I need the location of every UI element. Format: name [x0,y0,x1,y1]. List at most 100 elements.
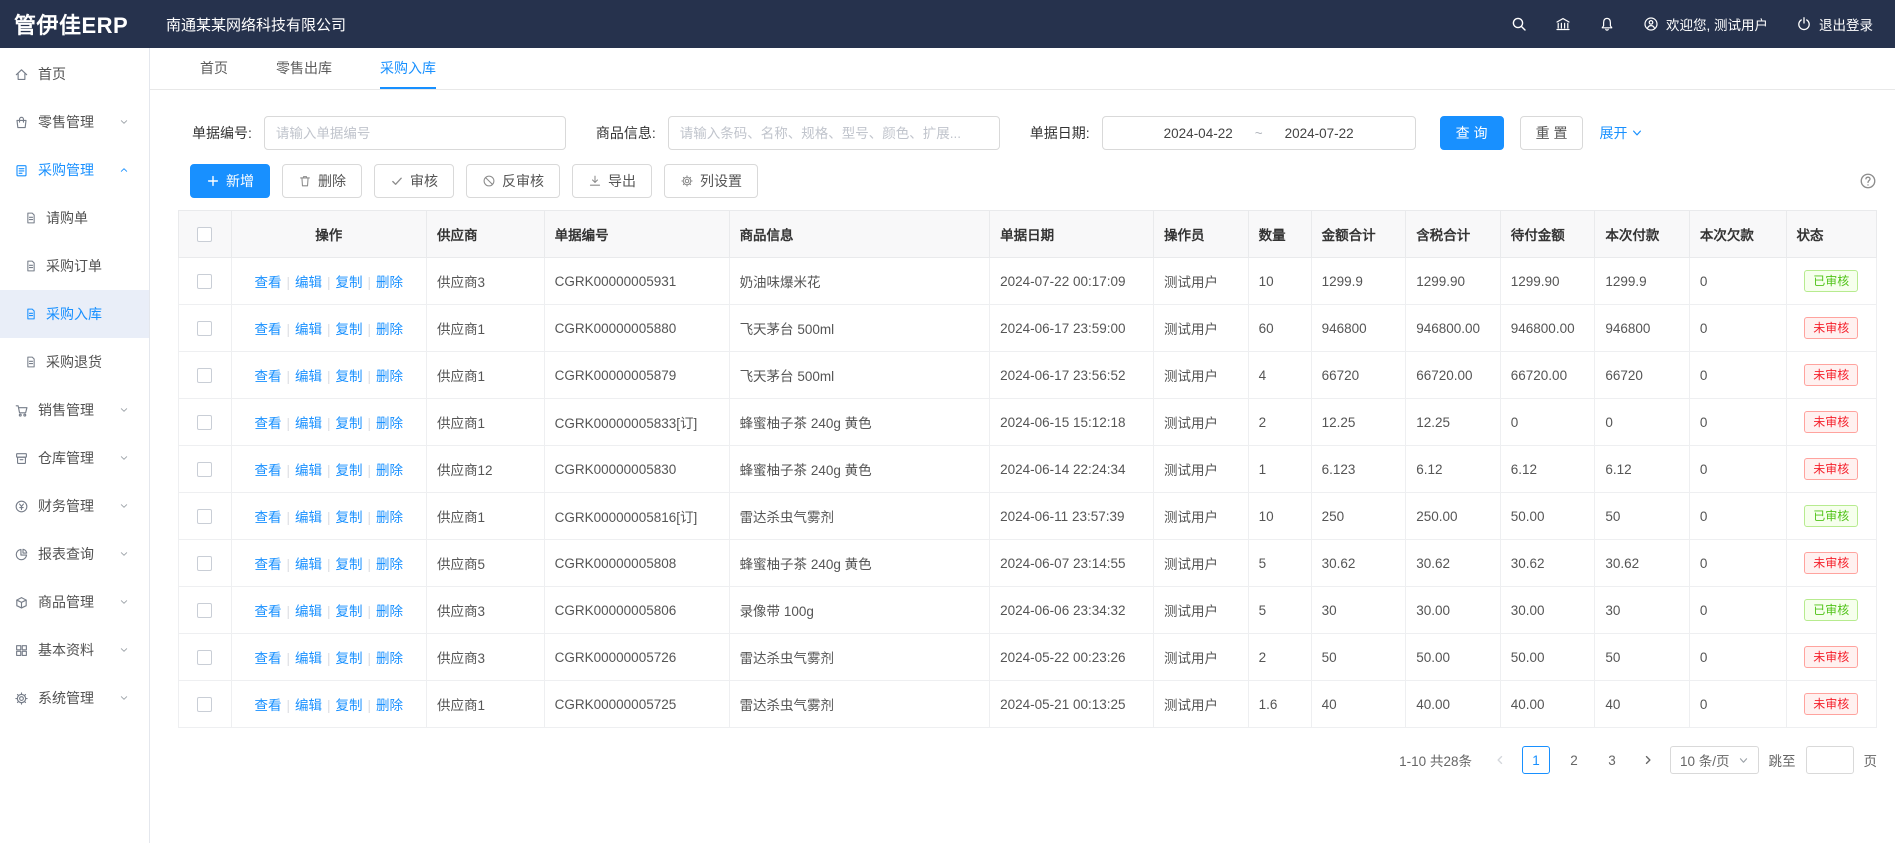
row-action-copy[interactable]: 复制 [336,275,363,290]
row-action-edit[interactable]: 编辑 [295,604,322,619]
add-button[interactable]: 新增 [190,164,270,198]
expand-filters-link[interactable]: 展开 [1599,123,1643,143]
row-action-delete[interactable]: 删除 [376,322,403,337]
column-settings-button[interactable]: 列设置 [664,164,758,198]
row-action-delete[interactable]: 删除 [376,416,403,431]
row-action-copy[interactable]: 复制 [336,416,363,431]
row-action-edit[interactable]: 编辑 [295,275,322,290]
row-checkbox[interactable] [197,603,212,618]
row-action-copy[interactable]: 复制 [336,698,363,713]
row-action-copy[interactable]: 复制 [336,510,363,525]
row-action-view[interactable]: 查看 [254,463,281,478]
search-icon[interactable] [1511,16,1527,32]
sidebar-item-warehouse[interactable]: 仓库管理 [0,434,149,482]
row-action-view[interactable]: 查看 [254,416,281,431]
column-header-2: 单据编号 [544,211,729,258]
unaudit-button[interactable]: 反审核 [466,164,560,198]
cell-operator: 测试用户 [1154,540,1249,587]
row-action-copy[interactable]: 复制 [336,604,363,619]
sidebar-item-report[interactable]: 报表查询 [0,530,149,578]
row-action-edit[interactable]: 编辑 [295,698,322,713]
row-action-edit[interactable]: 编辑 [295,510,322,525]
jump-page-input[interactable] [1806,746,1854,774]
logout-button[interactable]: 退出登录 [1796,14,1873,34]
bill-no-input[interactable] [264,116,566,150]
date-from-value[interactable]: 2024-04-22 [1164,126,1233,141]
row-action-edit[interactable]: 编辑 [295,416,322,431]
row-checkbox[interactable] [197,556,212,571]
row-checkbox[interactable] [197,415,212,430]
row-checkbox[interactable] [197,368,212,383]
row-action-copy[interactable]: 复制 [336,322,363,337]
row-action-delete[interactable]: 删除 [376,557,403,572]
row-action-delete[interactable]: 删除 [376,275,403,290]
bell-icon[interactable] [1599,16,1615,32]
tab-purchase-inbound[interactable]: 采购入库 [380,48,436,89]
row-action-edit[interactable]: 编辑 [295,322,322,337]
sidebar-item-sales[interactable]: 销售管理 [0,386,149,434]
sidebar-item-goods[interactable]: 商品管理 [0,578,149,626]
row-action-view[interactable]: 查看 [254,510,281,525]
row-checkbox[interactable] [197,321,212,336]
row-checkbox[interactable] [197,509,212,524]
page-size-select[interactable]: 10 条/页 [1670,746,1759,774]
page-button-3[interactable]: 3 [1598,746,1626,774]
row-checkbox[interactable] [197,274,212,289]
sidebar-item-purchase[interactable]: 采购管理 [0,146,149,194]
reset-button[interactable]: 重 置 [1520,116,1584,150]
help-icon[interactable] [1859,172,1877,190]
row-action-view[interactable]: 查看 [254,651,281,666]
bank-icon[interactable] [1555,16,1571,32]
tab-home[interactable]: 首页 [200,48,228,89]
prev-page-button[interactable] [1488,746,1512,774]
sidebar-item-purchase-inbound[interactable]: 采购入库 [0,290,149,338]
row-action-delete[interactable]: 删除 [376,510,403,525]
row-action-edit[interactable]: 编辑 [295,463,322,478]
tab-retail-outbound[interactable]: 零售出库 [276,48,332,89]
row-action-edit[interactable]: 编辑 [295,651,322,666]
row-action-view[interactable]: 查看 [254,275,281,290]
row-action-delete[interactable]: 删除 [376,463,403,478]
row-action-copy[interactable]: 复制 [336,463,363,478]
export-button[interactable]: 导出 [572,164,652,198]
row-action-edit[interactable]: 编辑 [295,369,322,384]
app-logo[interactable]: 管伊佳ERP [0,8,150,40]
row-action-edit[interactable]: 编辑 [295,557,322,572]
select-all-checkbox[interactable] [197,227,212,242]
row-action-delete[interactable]: 删除 [376,369,403,384]
status-badge: 未审核 [1804,317,1858,339]
page-button-2[interactable]: 2 [1560,746,1588,774]
sidebar-item-purchase-request[interactable]: 请购单 [0,194,149,242]
sidebar-item-retail[interactable]: 零售管理 [0,98,149,146]
sidebar-item-system[interactable]: 系统管理 [0,674,149,722]
next-page-button[interactable] [1636,746,1660,774]
row-action-copy[interactable]: 复制 [336,369,363,384]
date-to-value[interactable]: 2024-07-22 [1285,126,1354,141]
sidebar-item-purchase-order[interactable]: 采购订单 [0,242,149,290]
row-action-copy[interactable]: 复制 [336,557,363,572]
row-action-delete[interactable]: 删除 [376,651,403,666]
audit-button[interactable]: 审核 [374,164,454,198]
page-button-1[interactable]: 1 [1522,746,1550,774]
row-action-view[interactable]: 查看 [254,322,281,337]
warehouse-icon [14,451,29,466]
row-action-copy[interactable]: 复制 [336,651,363,666]
delete-button[interactable]: 删除 [282,164,362,198]
row-action-view[interactable]: 查看 [254,557,281,572]
sidebar-item-purchase-return[interactable]: 采购退货 [0,338,149,386]
row-action-delete[interactable]: 删除 [376,604,403,619]
row-checkbox[interactable] [197,697,212,712]
sidebar-item-basedata[interactable]: 基本资料 [0,626,149,674]
product-info-input[interactable] [668,116,1000,150]
row-action-view[interactable]: 查看 [254,698,281,713]
row-checkbox[interactable] [197,462,212,477]
row-action-view[interactable]: 查看 [254,604,281,619]
row-action-view[interactable]: 查看 [254,369,281,384]
row-action-delete[interactable]: 删除 [376,698,403,713]
row-checkbox[interactable] [197,650,212,665]
search-button[interactable]: 查 询 [1440,116,1504,150]
welcome-user[interactable]: 欢迎您, 测试用户 [1643,14,1768,34]
date-range-picker[interactable]: 2024-04-22 ~ 2024-07-22 [1102,116,1416,150]
sidebar-item-finance[interactable]: 财务管理 [0,482,149,530]
sidebar-item-home[interactable]: 首页 [0,50,149,98]
